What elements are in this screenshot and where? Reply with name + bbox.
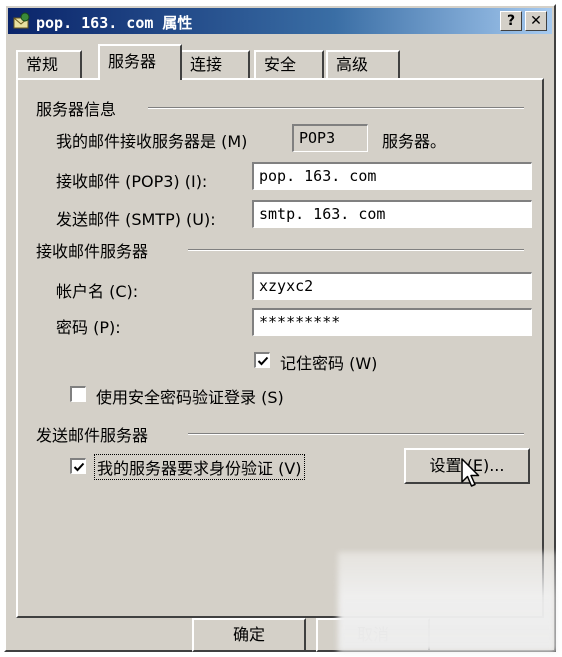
incoming-server-input[interactable]: pop. 163. com	[252, 162, 532, 190]
password-input[interactable]: *********	[252, 308, 532, 336]
account-name-label: 帐户名 (C):	[56, 282, 139, 301]
outgoing-server-input[interactable]: smtp. 163. com	[252, 200, 532, 228]
incoming-group-title: 接收邮件服务器	[36, 238, 155, 262]
ok-button[interactable]: 确定	[192, 618, 306, 652]
title-bar[interactable]: pop. 163. com 属性 ? ✕	[8, 8, 552, 34]
checkmark-icon	[73, 462, 85, 472]
blurred-overlay	[338, 552, 556, 652]
incoming-type-label: 我的邮件接收服务器是 (M)	[56, 132, 248, 151]
incoming-group-divider	[188, 249, 524, 251]
account-name-input[interactable]: xzyxc2	[252, 272, 532, 300]
tab-connection[interactable]: 连接	[180, 50, 250, 78]
remember-password-label: 记住密码 (W)	[280, 354, 378, 373]
outgoing-group-title: 发送邮件服务器	[36, 422, 155, 446]
remember-password-checkbox[interactable]	[254, 352, 270, 368]
tab-security[interactable]: 安全	[254, 50, 324, 78]
outgoing-group-divider	[188, 433, 524, 435]
server-auth-label: 我的服务器要求身份验证 (V)	[94, 454, 305, 480]
incoming-type-value: POP3	[292, 124, 368, 152]
tab-advanced[interactable]: 高级	[326, 50, 400, 78]
server-info-group-title: 服务器信息	[36, 96, 123, 120]
incoming-type-suffix: 服务器。	[382, 132, 447, 151]
help-button[interactable]: ?	[500, 11, 522, 31]
tab-servers[interactable]: 服务器	[98, 44, 182, 80]
tab-strip: 常规 服务器 连接 安全 高级	[14, 44, 544, 80]
close-button[interactable]: ✕	[525, 11, 547, 31]
outgoing-server-label: 发送邮件 (SMTP) (U):	[56, 210, 216, 229]
server-info-divider	[148, 107, 524, 109]
password-label: 密码 (P):	[56, 318, 121, 337]
spa-login-checkbox[interactable]	[70, 386, 86, 402]
tab-general[interactable]: 常规	[16, 50, 82, 78]
checkmark-icon	[257, 356, 269, 366]
mouse-cursor-icon	[461, 458, 480, 487]
servers-panel: 服务器信息 我的邮件接收服务器是 (M) POP3 服务器。 接收邮件 (POP…	[16, 78, 544, 618]
server-auth-checkbox[interactable]	[70, 458, 86, 474]
incoming-server-label: 接收邮件 (POP3) (I):	[56, 172, 208, 191]
mail-account-icon	[13, 12, 30, 29]
window-title: pop. 163. com 属性	[36, 14, 193, 32]
spa-login-label: 使用安全密码验证登录 (S)	[96, 388, 284, 407]
